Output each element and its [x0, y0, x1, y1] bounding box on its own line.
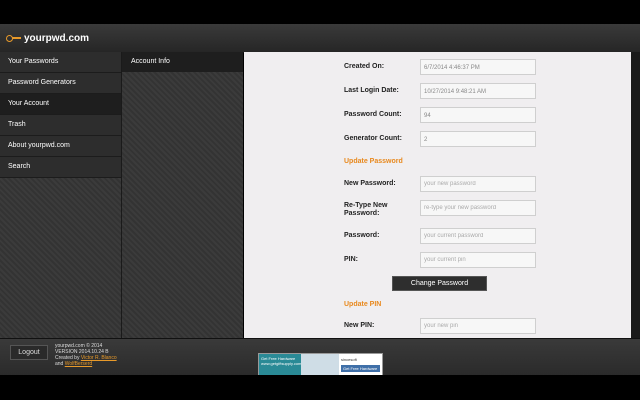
password-count-row: Password Count: 94 [344, 107, 631, 125]
pin-row: PIN: [344, 252, 631, 270]
last-login-row: Last Login Date: 10/27/2014 9:48:21 AM [344, 83, 631, 101]
last-login-label: Last Login Date: [344, 87, 399, 94]
generator-count-row: Generator Count: 2 [344, 131, 631, 149]
logo-text: yourpwd.com [24, 32, 90, 44]
ad-subtitle: www.getgiftsupply.com [261, 361, 302, 366]
new-password-row: New Password: [344, 176, 631, 194]
sidebar-item-trash[interactable]: Trash [0, 115, 121, 136]
current-password-row: Password: [344, 228, 631, 246]
created-on-value: 6/7/2014 4:46:37 PM [420, 59, 536, 75]
app-header: yourpwd.com [0, 24, 640, 53]
new-password-input[interactable] [420, 176, 536, 192]
password-count-label: Password Count: [344, 111, 402, 118]
sidebar-item-search[interactable]: Search [0, 157, 121, 178]
generator-count-label: Generator Count: [344, 135, 402, 142]
update-password-heading: Update Password [344, 158, 403, 165]
pin-input[interactable] [420, 252, 536, 268]
last-login-value: 10/27/2014 9:48:21 AM [420, 83, 536, 99]
generator-count-value: 2 [420, 131, 536, 147]
ad-banner[interactable]: Get Free Hardware www.getgiftsupply.com … [258, 353, 383, 376]
scrollbar[interactable] [631, 52, 640, 338]
change-password-button[interactable]: Change Password [392, 276, 487, 291]
ad-cta-button[interactable]: Get Free Hardware [341, 365, 380, 372]
bottom-letterbox [0, 375, 640, 400]
account-content: Created On: 6/7/2014 4:46:37 PM Last Log… [244, 52, 631, 338]
created-on-label: Created On: [344, 63, 385, 70]
retype-password-row: Re-Type New Password: [344, 200, 631, 218]
key-icon [6, 33, 22, 43]
sidebar-item-about[interactable]: About yourpwd.com [0, 136, 121, 157]
sidebar-item-your-account[interactable]: Your Account [0, 94, 121, 115]
retype-password-label: Re-Type New Password: [344, 202, 388, 217]
ad-image [301, 354, 339, 375]
company-link[interactable]: WolfBerserd [65, 361, 92, 367]
ad-left: Get Free Hardware www.getgiftsupply.com [259, 354, 301, 375]
subpanel: Account Info [122, 52, 243, 338]
retype-password-input[interactable] [420, 200, 536, 216]
top-letterbox [0, 0, 640, 24]
footer: Logout yourpwd.com © 2014 VERSION 2014.1… [0, 338, 640, 376]
sidebar-item-password-generators[interactable]: Password Generators [0, 73, 121, 94]
sidebar-item-your-passwords[interactable]: Your Passwords [0, 52, 121, 73]
new-pin-label: New PIN: [344, 322, 375, 329]
current-password-input[interactable] [420, 228, 536, 244]
password-count-value: 94 [420, 107, 536, 123]
new-password-label: New Password: [344, 180, 396, 187]
pin-label: PIN: [344, 256, 358, 263]
new-pin-row: New PIN: [344, 318, 631, 336]
current-password-label: Password: [344, 232, 380, 239]
sidebar: Your Passwords Password Generators Your … [0, 52, 122, 338]
ad-right: sincesoft Get Free Hardware [339, 355, 382, 374]
new-pin-input[interactable] [420, 318, 536, 334]
update-pin-heading: Update PIN [344, 301, 382, 308]
ad-brand: sincesoft [341, 357, 357, 362]
and-text: and [55, 361, 64, 367]
footer-info: yourpwd.com © 2014 VERSION 2014.10.24 B … [55, 343, 117, 367]
subpanel-item-account-info[interactable]: Account Info [122, 52, 243, 72]
created-on-row: Created On: 6/7/2014 4:46:37 PM [344, 59, 631, 77]
logout-button[interactable]: Logout [10, 345, 48, 360]
logo[interactable]: yourpwd.com [6, 31, 89, 45]
